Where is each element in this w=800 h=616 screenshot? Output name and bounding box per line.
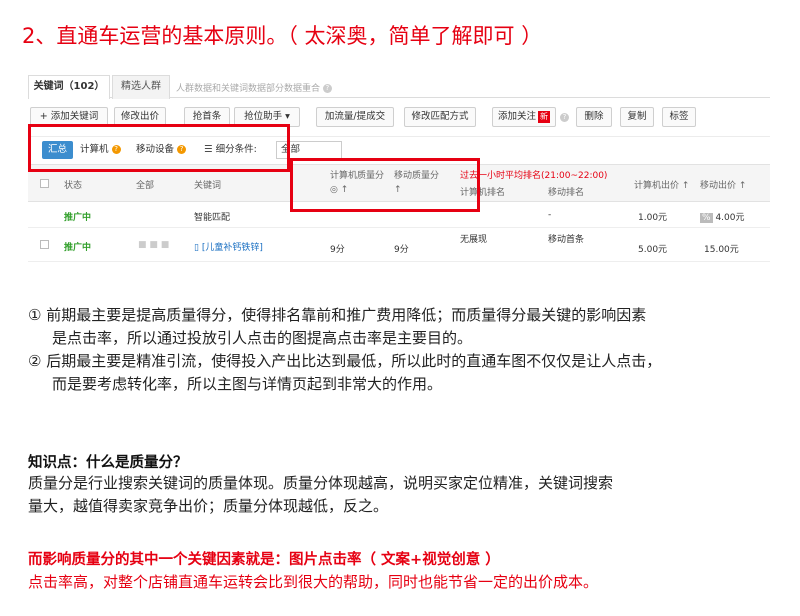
row-mobile-rank: 移动首条: [548, 235, 585, 245]
delete-button[interactable]: 删除: [576, 107, 612, 127]
mobile-icon: ▯: [194, 243, 199, 253]
row-mobile-bid[interactable]: 15.00元: [704, 242, 739, 255]
row-keyword: 智能匹配: [194, 213, 231, 223]
highlight-device-filter: [28, 124, 290, 172]
row-actions-icon[interactable]: ■ ■ ■: [138, 240, 169, 250]
add-watch-button[interactable]: 添加关注新: [492, 107, 556, 127]
tab-keywords[interactable]: 关键词（102）: [28, 75, 110, 99]
row-keyword[interactable]: ▯ [儿童补钙铁锌]: [194, 240, 263, 253]
chevron-down-icon: ▾: [285, 111, 290, 122]
row-status: 推广中: [64, 213, 92, 223]
row-status: 推广中: [64, 243, 92, 253]
header-mobile-bid[interactable]: 移动出价 ↑: [700, 178, 746, 191]
table-row: 推广中 ■ ■ ■ ▯ [儿童补钙铁锌] 9分 9分 无展现 移动首条 5.00…: [28, 228, 770, 262]
help-icon[interactable]: ?: [322, 84, 332, 93]
section-heading: 2、直通车运营的基本原则。（ 太深奥，简单了解即可 ）: [22, 24, 543, 48]
row-pc-bid[interactable]: 5.00元: [638, 242, 667, 255]
point-late: ② 后期最主要是精准引流，使得投入产出比达到最低，所以此时的直通车图不仅仅是让人…: [28, 352, 662, 393]
discount-icon: %: [700, 213, 713, 223]
add-traffic-button[interactable]: 加流量/提成交: [316, 107, 394, 127]
edit-match-button[interactable]: 修改匹配方式: [404, 107, 476, 127]
header-pc-bid[interactable]: 计算机出价 ↑: [634, 178, 689, 191]
row-pc-bid[interactable]: 1.00元: [638, 210, 667, 223]
row-mobile-bid[interactable]: % 4.00元: [700, 210, 744, 223]
header-status: 状态: [64, 181, 83, 191]
factor-text: 点击率高，对整个店铺直通车运转会比到很大的帮助，同时也能节省一定的出价成本。: [28, 573, 599, 591]
campaign-screenshot: 关键词（102） 精选人群 人群数据和关键词数据部分数据重合 ? + 添加关键词…: [28, 68, 770, 264]
tag-button[interactable]: 标签: [662, 107, 696, 127]
row-pc-rank: 无展现: [460, 235, 488, 245]
point-early: ① 前期最主要是提高质量得分，使得排名靠前和推广费用降低；而质量得分最关键的影响…: [28, 306, 647, 347]
tab-bar: 关键词（102） 精选人群 人群数据和关键词数据部分数据重合 ?: [28, 68, 770, 99]
row-checkbox[interactable]: [40, 240, 49, 249]
header-keyword: 关键词: [194, 181, 222, 191]
row-mobile-rank: -: [548, 210, 552, 220]
factor-title: 而影响质量分的其中一个关键因素就是：图片点击率（ 文案+视觉创意 ）: [28, 552, 500, 568]
new-badge: 新: [538, 111, 550, 123]
copy-button[interactable]: 复制: [620, 107, 654, 127]
header-all[interactable]: 全部: [136, 178, 154, 191]
tab-audience[interactable]: 精选人群: [112, 75, 170, 99]
highlight-quality-columns: [290, 158, 480, 212]
help-icon[interactable]: ?: [560, 113, 569, 122]
row-mobile-quality: 9分: [394, 245, 409, 255]
knowledge-body: 质量分是行业搜索关键词的质量体现。质量分体现越高，说明买家定位精准，关键词搜索 …: [28, 474, 614, 515]
header-rank-title: 过去一小时平均排名(21:00~22:00): [460, 171, 608, 181]
knowledge-title: 知识点：什么是质量分？: [28, 455, 188, 471]
row-pc-quality: 9分: [330, 245, 345, 255]
select-all-checkbox[interactable]: [40, 179, 49, 188]
tab-hint: 人群数据和关键词数据部分数据重合 ?: [176, 81, 332, 94]
header-mobile-rank: 移动排名: [548, 188, 585, 198]
